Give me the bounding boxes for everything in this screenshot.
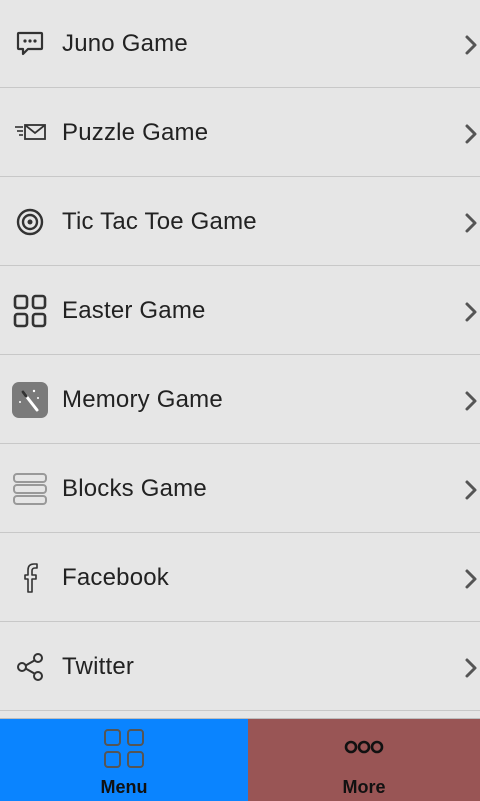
menu-item-facebook[interactable]: Facebook [0,534,480,622]
chevron-right-icon [462,655,480,681]
menu-item-puzzle-game[interactable]: Puzzle Game [0,89,480,177]
facebook-icon [10,558,50,598]
chevron-right-icon [462,566,480,592]
menu-item-label: Twitter [62,653,135,680]
menu-item-label: Puzzle Game [62,119,209,146]
tab-menu[interactable]: Menu [0,719,248,801]
target-icon [10,202,50,242]
chat-bubble-icon [10,24,50,64]
chevron-right-icon [462,477,480,503]
chevron-right-icon [462,121,480,147]
menu-item-label: Facebook [62,564,169,591]
grid-squares-icon [10,291,50,331]
menu-item-label: Tic Tac Toe Game [62,208,257,235]
menu-item-label: Juno Game [62,30,188,57]
more-dots-icon [342,727,386,771]
menu-item-blocks-game[interactable]: Blocks Game [0,445,480,533]
menu-item-label: Memory Game [62,386,223,413]
menu-item-tic-tac-toe-game[interactable]: Tic Tac Toe Game [0,178,480,266]
menu-item-label: Easter Game [62,297,206,324]
chevron-right-icon [462,32,480,58]
tab-more[interactable]: More [248,719,480,801]
chevron-right-icon [462,388,480,414]
share-icon [10,647,50,687]
menu-item-juno-game[interactable]: Juno Game [0,0,480,88]
chevron-right-icon [462,299,480,325]
menu-item-label: Blocks Game [62,475,207,502]
menu-item-easter-game[interactable]: Easter Game [0,267,480,355]
tab-menu-label: Menu [100,777,148,797]
chevron-right-icon [462,210,480,236]
magic-wand-icon [10,380,50,420]
menu-list: Juno Game Puzzle Game Tic Tac Toe Game E… [0,0,480,718]
stacked-bars-icon [10,469,50,509]
menu-item-twitter[interactable]: Twitter [0,623,480,711]
mail-fast-icon [10,113,50,153]
grid-squares-icon [102,727,146,771]
bottom-tab-bar: Menu More [0,718,480,801]
tab-more-label: More [342,777,386,797]
menu-item-memory-game[interactable]: Memory Game [0,356,480,444]
